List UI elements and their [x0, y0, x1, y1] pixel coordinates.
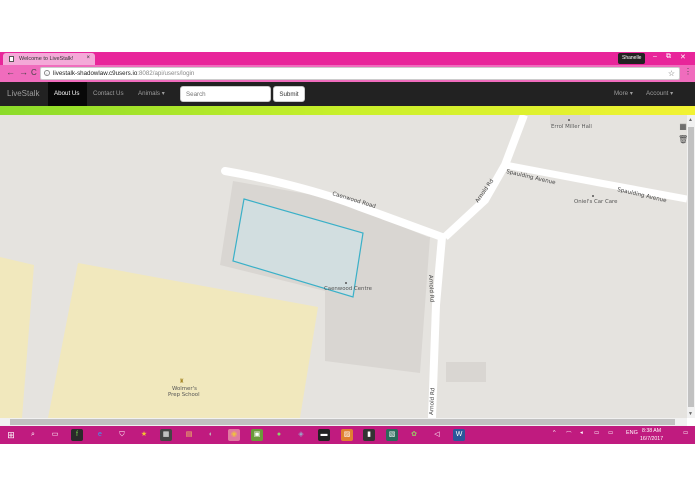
- url-host: livestalk-shadowlaw.c9users.io: [53, 70, 138, 77]
- terminal-icon[interactable]: ▬: [318, 429, 330, 441]
- app-f-icon[interactable]: f: [71, 429, 83, 441]
- clock-time: 8:38 AM: [642, 428, 662, 434]
- calculator-icon[interactable]: ▦: [160, 429, 172, 441]
- school-icon: ♜: [179, 378, 184, 385]
- search-icon[interactable]: ⌕: [27, 429, 39, 441]
- nav-account-dropdown[interactable]: Account ▾: [646, 90, 673, 97]
- tray-keyboard-icon[interactable]: ▭: [608, 430, 613, 436]
- app-icon[interactable]: ▮: [363, 429, 375, 441]
- app-icon[interactable]: ✿: [408, 429, 420, 441]
- tab-title: Welcome to LiveStalk!: [19, 56, 74, 62]
- page-favicon-icon: [9, 56, 14, 62]
- brand-logo[interactable]: LiveStalk: [7, 89, 39, 98]
- search-input[interactable]: [180, 86, 271, 102]
- scroll-up-icon[interactable]: ▲: [688, 117, 693, 123]
- app-icon[interactable]: ◈: [295, 429, 307, 441]
- url-path: :8082/api/users/login: [137, 70, 195, 77]
- app-icon[interactable]: ◁: [431, 429, 443, 441]
- clock-date: 16/7/2017: [640, 436, 664, 442]
- oniels-car-care-label: Oniel's Car Care: [574, 199, 618, 205]
- vertical-scrollbar[interactable]: ▲ ▼: [687, 115, 695, 418]
- back-icon[interactable]: ←: [6, 67, 15, 77]
- poi-dot-icon: [592, 195, 594, 197]
- nav-animals-dropdown[interactable]: Animals ▾: [138, 90, 165, 97]
- task-view-icon[interactable]: ▭: [49, 429, 61, 441]
- taskbar-clock[interactable]: 8:38 AM 16/7/2017: [640, 427, 663, 443]
- browser-tab[interactable]: Welcome to LiveStalk! ×: [3, 53, 95, 65]
- map-view[interactable]: Caenwood Road Arnold Rd Arnold Rd Arnold…: [0, 115, 687, 418]
- files-icon[interactable]: ▤: [183, 429, 195, 441]
- scroll-down-icon[interactable]: ▼: [688, 411, 693, 417]
- app-icon[interactable]: ◐: [205, 429, 217, 441]
- minimize-icon[interactable]: –: [653, 53, 657, 60]
- address-bar[interactable]: i livestalk-shadowlaw.c9users.io:8082/ap…: [40, 67, 680, 80]
- tab-close-icon[interactable]: ×: [86, 55, 90, 61]
- app-icon[interactable]: ●: [273, 429, 285, 441]
- chrome-icon[interactable]: ◉: [228, 429, 240, 441]
- edge-icon[interactable]: e: [94, 429, 106, 441]
- tray-up-icon[interactable]: ^: [553, 430, 556, 436]
- nav-about-us[interactable]: About Us: [54, 90, 79, 97]
- small-building: [446, 362, 486, 382]
- info-icon[interactable]: i: [44, 70, 50, 76]
- forward-icon[interactable]: →: [19, 67, 28, 77]
- hscrollbar-thumb[interactable]: [10, 419, 675, 425]
- nav-contact-us[interactable]: Contact Us: [93, 90, 124, 97]
- errol-miller-hall-label: Errol Miller Hall: [551, 124, 592, 130]
- tray-network-icon[interactable]: ▭: [594, 430, 599, 436]
- poi-dot-icon: [568, 119, 570, 121]
- submit-button[interactable]: Submit: [273, 86, 305, 102]
- menu-dots-icon[interactable]: ⋮: [684, 67, 692, 76]
- scrollbar-thumb[interactable]: [688, 127, 694, 407]
- close-window-icon[interactable]: ✕: [680, 53, 686, 61]
- store-icon[interactable]: ⛉: [116, 429, 128, 441]
- app-icon[interactable]: ▧: [386, 429, 398, 441]
- reload-icon[interactable]: C: [31, 68, 37, 77]
- profile-name[interactable]: Shanelle: [618, 53, 646, 64]
- wolmers-label-2: Prep School: [168, 392, 200, 398]
- star-app-icon[interactable]: ★: [138, 429, 150, 441]
- app-icon[interactable]: ▨: [341, 429, 353, 441]
- screen: Welcome to LiveStalk! × Shanelle – ⧉ ✕ ←…: [0, 0, 695, 494]
- word-icon[interactable]: W: [453, 429, 465, 441]
- caenwood-centre-label: Caenwood Centre: [324, 286, 373, 292]
- star-icon[interactable]: ☆: [668, 69, 675, 78]
- app-icon[interactable]: ▣: [251, 429, 263, 441]
- tray-wifi-icon[interactable]: ⌒: [566, 430, 572, 438]
- nav-more-dropdown[interactable]: More ▾: [614, 90, 633, 97]
- accent-bar: [0, 106, 695, 115]
- poi-dot-icon: [345, 282, 347, 284]
- tray-language[interactable]: ENG: [626, 430, 638, 436]
- map-canvas: Caenwood Road Arnold Rd Arnold Rd Arnold…: [0, 115, 687, 418]
- restore-icon[interactable]: ⧉: [666, 53, 671, 61]
- windows-start-icon[interactable]: ⊞: [5, 429, 17, 441]
- horizontal-scrollbar[interactable]: [0, 418, 687, 426]
- tray-volume-icon[interactable]: ◂: [580, 430, 583, 436]
- notifications-icon[interactable]: ▭: [683, 430, 688, 436]
- browser-tab-strip: [0, 52, 695, 65]
